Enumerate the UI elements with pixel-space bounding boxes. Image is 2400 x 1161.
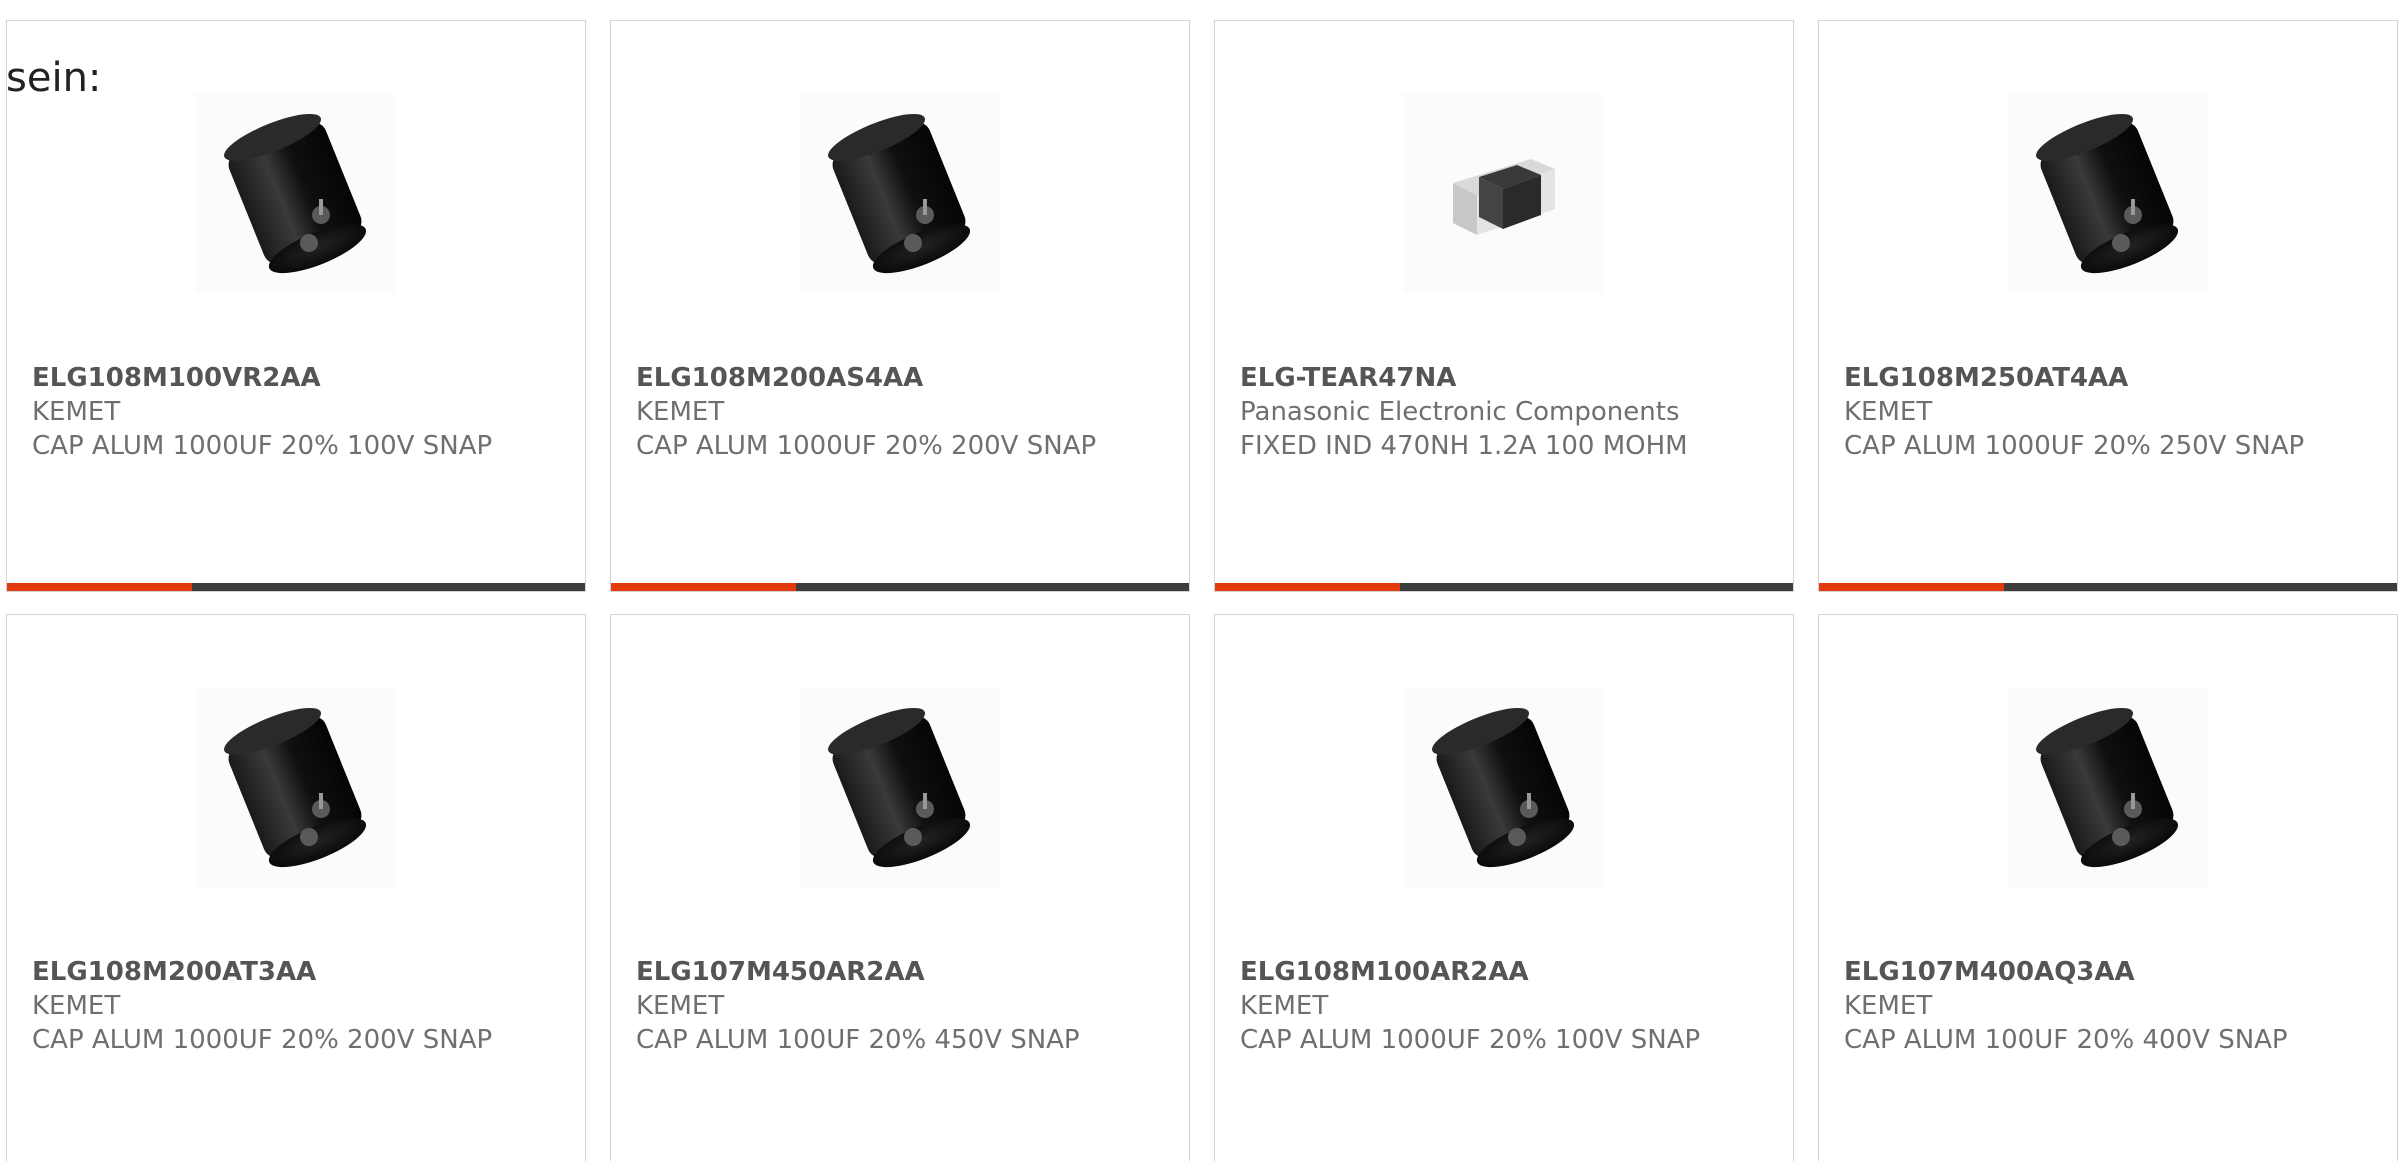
product-info: ELG108M100AR2AA KEMET CAP ALUM 1000UF 20% …	[1240, 955, 1770, 1057]
capacitor-image[interactable]	[1403, 687, 1603, 887]
product-info: ELG108M200AS4AA KEMET CAP ALUM 1000UF 20% …	[636, 361, 1166, 463]
product-info: ELG108M100VR2AA KEMET CAP ALUM 1000UF 20% …	[32, 361, 562, 463]
product-info: ELG-TEAR47NA Panasonic Electronic Compone…	[1240, 361, 1770, 463]
capacitor-image[interactable]	[2007, 93, 2207, 293]
manufacturer-name: KEMET	[636, 397, 725, 427]
part-number-link[interactable]: ELG108M100AR2AA	[1240, 955, 1770, 989]
capacitor-image[interactable]	[799, 93, 999, 293]
part-number-link[interactable]: ELG-TEAR47NA	[1240, 361, 1770, 395]
product-grid: ELG108M100VR2AA KEMET CAP ALUM 1000UF 20% …	[6, 20, 2400, 1161]
part-number-link[interactable]: ELG108M200AS4AA	[636, 361, 1166, 395]
product-card[interactable]: ELG107M400AQ3AA KEMET CAP ALUM 100UF 20% 4…	[1818, 614, 2398, 1161]
capacitor-image[interactable]	[2007, 687, 2207, 887]
product-description: CAP ALUM 100UF 20% 400V SNAP	[1844, 1025, 2288, 1055]
product-description: CAP ALUM 1000UF 20% 100V SNAP	[32, 431, 493, 461]
product-card[interactable]: ELG108M250AT4AA KEMET CAP ALUM 1000UF 20% …	[1818, 20, 2398, 592]
product-description: CAP ALUM 100UF 20% 450V SNAP	[636, 1025, 1080, 1055]
manufacturer-name: KEMET	[1844, 397, 1933, 427]
product-info: ELG108M200AT3AA KEMET CAP ALUM 1000UF 20% …	[32, 955, 562, 1057]
product-grid-page: sein: ELG108M100VR2AA KEMET CAP ALUM 1000U…	[0, 0, 2400, 1161]
capacitor-image[interactable]	[195, 93, 395, 293]
card-progress-bar	[1215, 583, 1793, 591]
part-number-link[interactable]: ELG108M250AT4AA	[1844, 361, 2374, 395]
product-card[interactable]: ELG108M200AT3AA KEMET CAP ALUM 1000UF 20% …	[6, 614, 586, 1161]
manufacturer-name: KEMET	[1240, 991, 1329, 1021]
manufacturer-name: Panasonic Electronic Components	[1240, 397, 1680, 427]
capacitor-image[interactable]	[799, 687, 999, 887]
product-info: ELG107M400AQ3AA KEMET CAP ALUM 100UF 20% 4…	[1844, 955, 2374, 1057]
manufacturer-name: KEMET	[32, 397, 121, 427]
product-card[interactable]: ELG108M100AR2AA KEMET CAP ALUM 1000UF 20% …	[1214, 614, 1794, 1161]
product-card[interactable]: ELG108M200AS4AA KEMET CAP ALUM 1000UF 20% …	[610, 20, 1190, 592]
card-progress-bar	[1819, 583, 2397, 591]
product-card[interactable]: ELG-TEAR47NA Panasonic Electronic Compone…	[1214, 20, 1794, 592]
product-description: CAP ALUM 1000UF 20% 200V SNAP	[636, 431, 1097, 461]
card-progress-fill	[7, 583, 192, 591]
part-number-link[interactable]: ELG107M450AR2AA	[636, 955, 1166, 989]
part-number-link[interactable]: ELG108M200AT3AA	[32, 955, 562, 989]
product-description: CAP ALUM 1000UF 20% 200V SNAP	[32, 1025, 493, 1055]
manufacturer-name: KEMET	[636, 991, 725, 1021]
product-description: CAP ALUM 1000UF 20% 250V SNAP	[1844, 431, 2305, 461]
manufacturer-name: KEMET	[32, 991, 121, 1021]
card-progress-fill	[611, 583, 796, 591]
card-progress-bar	[611, 583, 1189, 591]
product-info: ELG108M250AT4AA KEMET CAP ALUM 1000UF 20% …	[1844, 361, 2374, 463]
card-progress-bar	[7, 583, 585, 591]
product-description: FIXED IND 470NH 1.2A 100 MOHM	[1240, 431, 1688, 461]
inductor-chip-image[interactable]	[1403, 93, 1603, 293]
manufacturer-name: KEMET	[1844, 991, 1933, 1021]
part-number-link[interactable]: ELG108M100VR2AA	[32, 361, 562, 395]
capacitor-image[interactable]	[195, 687, 395, 887]
product-description: CAP ALUM 1000UF 20% 100V SNAP	[1240, 1025, 1701, 1055]
card-progress-fill	[1215, 583, 1400, 591]
product-info: ELG107M450AR2AA KEMET CAP ALUM 100UF 20% 4…	[636, 955, 1166, 1057]
part-number-link[interactable]: ELG107M400AQ3AA	[1844, 955, 2374, 989]
card-progress-fill	[1819, 583, 2004, 591]
product-card[interactable]: ELG107M450AR2AA KEMET CAP ALUM 100UF 20% 4…	[610, 614, 1190, 1161]
intro-text: sein:	[6, 55, 102, 101]
